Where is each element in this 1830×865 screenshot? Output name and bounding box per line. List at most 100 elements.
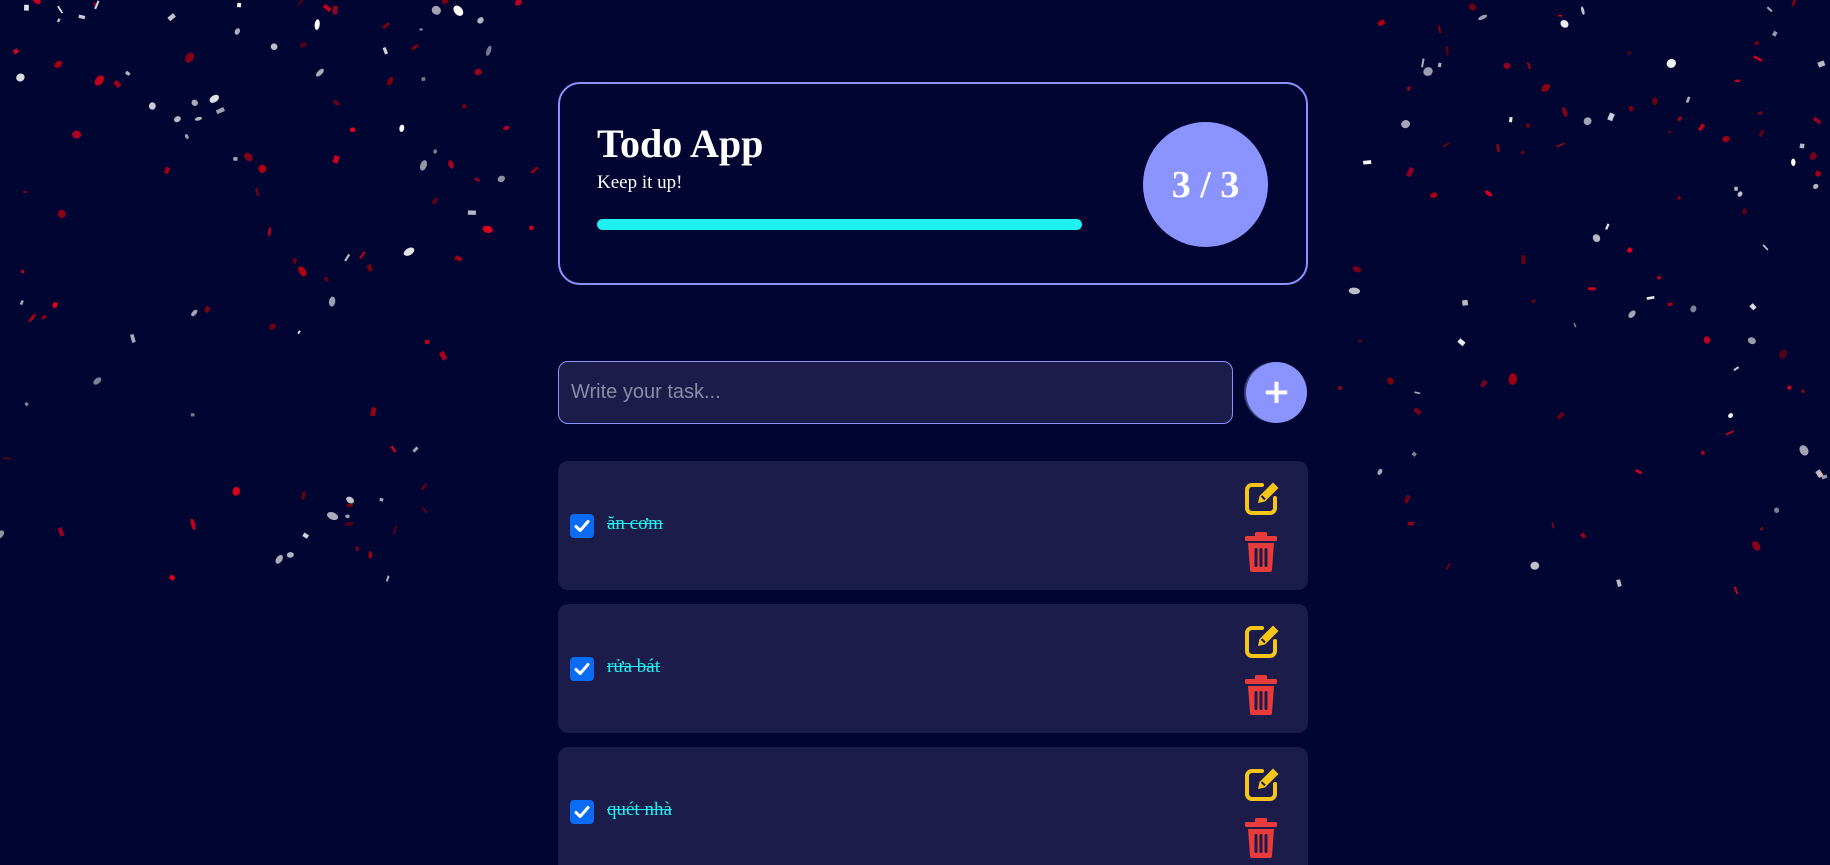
- task-checkbox[interactable]: [570, 800, 594, 824]
- delete-task-button[interactable]: [1244, 675, 1278, 715]
- confetti-piece: [1747, 337, 1756, 345]
- confetti-piece: [1445, 562, 1451, 571]
- confetti-piece: [1437, 62, 1442, 68]
- edit-task-button[interactable]: [1242, 478, 1282, 518]
- confetti-piece: [12, 48, 20, 55]
- confetti-piece: [1753, 40, 1760, 47]
- page-title: Todo App: [597, 121, 764, 166]
- delete-task-button[interactable]: [1244, 532, 1278, 572]
- confetti-piece: [1774, 507, 1780, 513]
- confetti-piece: [1403, 494, 1411, 504]
- confetti-piece: [345, 514, 350, 519]
- confetti-piece: [148, 102, 156, 110]
- confetti-piece: [267, 226, 272, 237]
- confetti-piece: [379, 497, 384, 502]
- confetti-piece: [1758, 129, 1765, 138]
- confetti-piece: [209, 94, 220, 103]
- confetti-piece: [1588, 287, 1596, 291]
- confetti-piece: [1666, 58, 1676, 68]
- confetti-piece: [346, 503, 353, 508]
- confetti-piece: [184, 134, 189, 139]
- confetti-piece: [194, 116, 203, 121]
- task-counter: 3 / 3: [1143, 122, 1268, 247]
- confetti-piece: [433, 149, 437, 154]
- confetti-piece: [174, 116, 181, 123]
- confetti-piece: [453, 5, 464, 16]
- confetti-piece: [358, 251, 366, 260]
- confetti-piece: [419, 160, 428, 171]
- confetti-piece: [1762, 244, 1769, 251]
- confetti-piece: [190, 413, 195, 417]
- confetti-piece: [1628, 105, 1635, 112]
- confetti-piece: [322, 3, 332, 13]
- confetti-piece: [234, 28, 240, 35]
- confetti-piece: [1733, 586, 1739, 595]
- confetti-piece: [1813, 183, 1819, 189]
- trash-icon: [1245, 675, 1277, 715]
- confetti-piece: [1667, 130, 1672, 134]
- confetti-piece: [1757, 111, 1763, 116]
- confetti-piece: [1690, 305, 1697, 313]
- confetti-piece: [57, 209, 66, 218]
- confetti-piece: [461, 104, 467, 109]
- confetti-piece: [92, 2, 98, 7]
- new-task-form: +: [558, 361, 1308, 424]
- confetti-piece: [1352, 266, 1362, 273]
- confetti-piece: [344, 521, 354, 527]
- confetti-piece: [1677, 115, 1683, 122]
- confetti-piece: [438, 350, 448, 361]
- confetti-piece: [1387, 377, 1394, 385]
- confetti-piece: [349, 127, 356, 133]
- confetti-piece: [1407, 521, 1414, 526]
- confetti-piece: [32, 0, 41, 5]
- confetti-piece: [1752, 541, 1761, 551]
- confetti-piece: [1484, 190, 1493, 197]
- edit-icon: [1245, 625, 1279, 658]
- delete-task-button[interactable]: [1244, 818, 1278, 858]
- confetti-piece: [482, 225, 493, 234]
- task-text: ăn cơm: [607, 513, 663, 534]
- add-task-button[interactable]: +: [1246, 362, 1307, 423]
- confetti-piece: [1616, 579, 1622, 587]
- task-input[interactable]: [558, 361, 1233, 424]
- confetti-piece: [1812, 116, 1822, 125]
- confetti-piece: [1411, 451, 1417, 457]
- edit-task-button[interactable]: [1242, 621, 1282, 661]
- confetti-piece: [1579, 532, 1587, 539]
- confetti-piece: [232, 486, 241, 496]
- confetti-piece: [1656, 275, 1662, 281]
- confetti-piece: [328, 296, 336, 307]
- task-checkbox[interactable]: [570, 514, 594, 538]
- check-icon: [574, 520, 590, 532]
- trash-icon: [1245, 818, 1277, 858]
- confetti-piece: [1821, 474, 1828, 480]
- progress-bar: [597, 219, 1082, 230]
- confetti-piece: [94, 75, 105, 86]
- task-list: ăn cơm rửa bát quét nhà: [558, 461, 1308, 865]
- confetti-piece: [315, 68, 324, 77]
- confetti-piece: [1734, 186, 1738, 191]
- confetti-piece: [1742, 208, 1748, 215]
- confetti-piece: [28, 313, 36, 323]
- confetti-piece: [1771, 30, 1778, 37]
- confetti-piece: [431, 5, 441, 15]
- confetti-piece: [258, 164, 267, 173]
- task-text: rửa bát: [607, 656, 661, 677]
- confetti-piece: [57, 5, 64, 14]
- confetti-piece: [297, 330, 301, 335]
- edit-task-button[interactable]: [1242, 764, 1282, 804]
- confetti-piece: [1817, 471, 1824, 478]
- confetti-piece: [203, 305, 211, 313]
- confetti-piece: [1667, 302, 1673, 307]
- task-checkbox[interactable]: [570, 657, 594, 681]
- confetti-piece: [1791, 0, 1797, 7]
- confetti-piece: [503, 125, 510, 131]
- confetti-piece: [1429, 192, 1438, 199]
- confetti-piece: [370, 406, 377, 417]
- confetti-piece: [474, 68, 482, 76]
- confetti-piece: [1580, 6, 1585, 15]
- confetti-piece: [1479, 379, 1488, 388]
- confetti-piece: [24, 4, 29, 11]
- confetti-piece: [1766, 6, 1773, 13]
- confetti-piece: [1635, 468, 1643, 475]
